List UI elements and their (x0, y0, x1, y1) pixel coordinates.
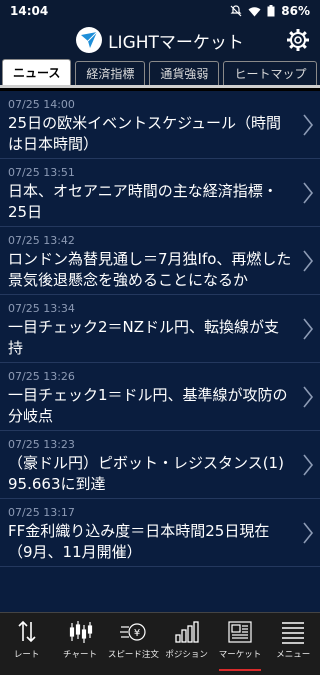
status-bar: 14:04 86% (0, 0, 320, 22)
news-time: 07/25 13:51 (8, 166, 75, 179)
nav-label: マーケット (218, 650, 262, 660)
news-time: 07/25 13:17 (8, 506, 75, 519)
chevron-right-icon (303, 182, 314, 204)
chevron-right-icon (303, 114, 314, 136)
battery-icon (267, 5, 275, 17)
news-time: 07/25 14:00 (8, 98, 75, 111)
app-logo-icon (76, 27, 103, 53)
nav-label: メニュー (276, 650, 311, 660)
news-item[interactable]: 07/25 13:34 一目チェック2＝NZドル円、転換線が支持 (0, 295, 320, 363)
bottom-nav: レート チャート ¥ スピード注文 ポジション マーケット メニュー (0, 612, 320, 675)
news-item[interactable]: 07/25 13:17 FF金利織り込み度＝日本時間25日現在（9月、11月開催… (0, 499, 320, 567)
chevron-right-icon (303, 522, 314, 544)
battery-level: 86% (281, 4, 310, 18)
mute-icon (230, 5, 242, 17)
speed-order-icon: ¥ (120, 623, 146, 641)
tab-economic-indicators[interactable]: 経済指標 (75, 61, 146, 85)
news-item[interactable]: 07/25 13:26 一目チェック1＝ドル円、基準線が攻防の分岐点 (0, 363, 320, 431)
news-time: 07/25 13:26 (8, 370, 75, 383)
svg-text:¥: ¥ (134, 628, 140, 639)
nav-speed-order[interactable]: ¥ スピード注文 (107, 613, 160, 675)
chevron-right-icon (303, 386, 314, 408)
wifi-icon (248, 6, 261, 16)
chevron-right-icon (303, 250, 314, 272)
news-item[interactable]: 07/25 13:42 ロンドン為替見通し＝7月独Ifo、再燃した景気後退懸念を… (0, 227, 320, 295)
nav-label: レート (13, 650, 40, 660)
category-tabs: ニュース 経済指標 通貨強弱 ヒートマップ ポ (0, 58, 320, 88)
position-icon (174, 621, 199, 643)
news-title: FF金利織り込み度＝日本時間25日現在（9月、11月開催） (8, 522, 270, 561)
chart-icon (69, 621, 93, 643)
market-icon (228, 621, 252, 643)
nav-label: チャート (63, 650, 97, 660)
nav-menu[interactable]: メニュー (267, 613, 320, 675)
app-header: LIGHTマーケット (0, 22, 320, 58)
nav-rate[interactable]: レート (0, 613, 53, 675)
news-item[interactable]: 07/25 13:51 日本、オセアニア時間の主な経済指標・25日 (0, 159, 320, 227)
nav-label: ポジション (165, 650, 208, 660)
nav-label: スピード注文 (107, 650, 159, 660)
nav-chart[interactable]: チャート (53, 613, 106, 675)
status-icons: 86% (230, 4, 310, 18)
app-title: LIGHTマーケット (108, 32, 244, 53)
news-title: （豪ドル円）ピボット・レジスタンス(1) 95.663に到達 (8, 454, 284, 493)
news-title: 25日の欧米イベントスケジュール（時間は日本時間） (8, 114, 282, 153)
tab-heatmap[interactable]: ヒートマップ (223, 61, 318, 85)
news-time: 07/25 13:42 (8, 234, 75, 247)
gear-icon[interactable] (286, 28, 310, 52)
tab-news[interactable]: ニュース (2, 59, 72, 85)
rate-icon (18, 620, 36, 643)
news-item[interactable]: 07/25 13:23 （豪ドル円）ピボット・レジスタンス(1) 95.663に… (0, 431, 320, 499)
tab-currency-strength[interactable]: 通貨強弱 (149, 61, 220, 85)
news-item[interactable]: 07/25 14:00 25日の欧米イベントスケジュール（時間は日本時間） (0, 91, 320, 159)
news-time: 07/25 13:23 (8, 438, 75, 451)
chevron-right-icon (303, 318, 314, 340)
news-list: 07/25 14:00 25日の欧米イベントスケジュール（時間は日本時間） 07… (0, 91, 320, 612)
chevron-right-icon (303, 454, 314, 476)
nav-market[interactable]: マーケット (213, 613, 266, 675)
news-title: ロンドン為替見通し＝7月独Ifo、再燃した景気後退懸念を強めることになるか (8, 250, 292, 289)
news-title: 一目チェック1＝ドル円、基準線が攻防の分岐点 (8, 386, 288, 425)
status-time: 14:04 (10, 4, 49, 18)
news-time: 07/25 13:34 (8, 302, 75, 315)
menu-icon (282, 622, 305, 644)
nav-position[interactable]: ポジション (160, 613, 213, 675)
news-title: 一目チェック2＝NZドル円、転換線が支持 (8, 318, 280, 357)
news-title: 日本、オセアニア時間の主な経済指標・25日 (8, 182, 278, 221)
